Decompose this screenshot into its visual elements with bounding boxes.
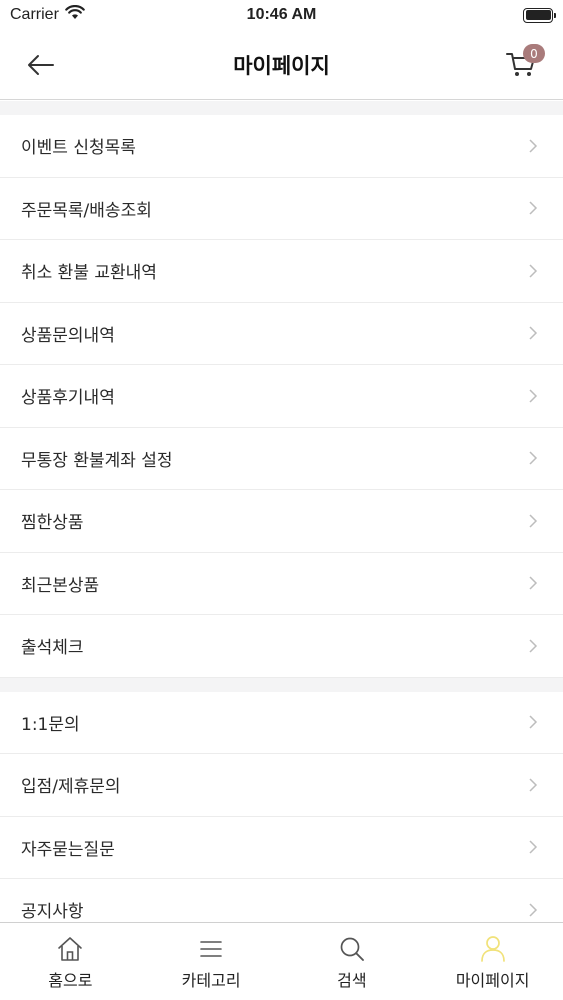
chevron-right-icon	[529, 514, 538, 528]
menu-item-event-applications[interactable]: 이벤트 신청목록	[0, 115, 563, 178]
menu-item-label: 무통장 환불계좌 설정	[21, 450, 173, 471]
menu-item-product-inquiries[interactable]: 상품문의내역	[0, 302, 563, 365]
bottom-tab-bar: 홈으로 카테고리 검색 마이페이지	[0, 922, 563, 1000]
menu-item-label: 상품문의내역	[21, 325, 115, 346]
menu-item-partnership-inquiry[interactable]: 입점/제휴문의	[0, 754, 563, 817]
menu-item-label: 주문목록/배송조회	[21, 200, 152, 221]
menu-item-cancel-refund-exchange[interactable]: 취소 환불 교환내역	[0, 240, 563, 303]
status-bar: Carrier 10:46 AM	[0, 0, 563, 30]
chevron-right-icon	[529, 201, 538, 215]
menu-item-label: 공지사항	[21, 902, 84, 922]
chevron-right-icon	[529, 389, 538, 403]
menu-item-order-list[interactable]: 주문목록/배송조회	[0, 177, 563, 240]
arrow-left-icon	[28, 55, 54, 75]
chevron-right-icon	[529, 903, 538, 917]
menu-item-recently-viewed[interactable]: 최근본상품	[0, 552, 563, 615]
home-icon	[56, 935, 84, 963]
tab-label: 홈으로	[48, 971, 93, 990]
tab-label: 마이페이지	[455, 971, 530, 990]
mypage-screen: Carrier 10:46 AM 마이페이지 0 이벤트 신청목록 주문목록/배…	[0, 0, 563, 1000]
menu-item-label: 출석체크	[21, 638, 84, 659]
menu-item-label: 찜한상품	[21, 513, 84, 534]
menu-item-attendance-check[interactable]: 출석체크	[0, 615, 563, 678]
chevron-right-icon	[529, 264, 538, 278]
battery-icon	[523, 7, 556, 23]
chevron-right-icon	[529, 715, 538, 729]
menu-list: 이벤트 신청목록 주문목록/배송조회 취소 환불 교환내역 상품문의내역 상품후…	[0, 101, 563, 922]
cart-button[interactable]: 0	[505, 44, 545, 82]
wifi-icon	[65, 5, 85, 25]
chevron-right-icon	[529, 326, 538, 340]
menu-item-label: 1:1문의	[21, 714, 80, 735]
section-divider	[0, 101, 563, 115]
menu-item-product-reviews[interactable]: 상품후기내역	[0, 365, 563, 428]
chevron-right-icon	[529, 778, 538, 792]
menu-icon	[197, 935, 225, 963]
carrier-label: Carrier	[10, 6, 59, 23]
search-icon	[338, 935, 366, 963]
header: 마이페이지 0	[0, 30, 563, 100]
menu-item-label: 최근본상품	[21, 575, 100, 596]
tab-mypage[interactable]: 마이페이지	[422, 923, 563, 1000]
chevron-right-icon	[529, 576, 538, 590]
page-title: 마이페이지	[233, 53, 330, 78]
cart-count-badge: 0	[523, 44, 545, 63]
menu-item-label: 상품후기내역	[21, 388, 115, 409]
menu-item-label: 입점/제휴문의	[21, 777, 121, 798]
menu-item-wishlist[interactable]: 찜한상품	[0, 490, 563, 553]
tab-search[interactable]: 검색	[282, 923, 423, 1000]
chevron-right-icon	[529, 451, 538, 465]
chevron-right-icon	[529, 639, 538, 653]
chevron-right-icon	[529, 840, 538, 854]
tab-category[interactable]: 카테고리	[141, 923, 282, 1000]
tab-label: 검색	[337, 971, 367, 990]
status-left: Carrier	[10, 5, 85, 25]
chevron-right-icon	[529, 139, 538, 153]
menu-item-refund-account[interactable]: 무통장 환불계좌 설정	[0, 427, 563, 490]
section-divider	[0, 677, 563, 692]
menu-item-faq[interactable]: 자주묻는질문	[0, 816, 563, 879]
menu-item-notices[interactable]: 공지사항	[0, 879, 563, 922]
back-button[interactable]	[26, 50, 56, 80]
menu-item-label: 이벤트 신청목록	[21, 138, 136, 159]
menu-item-label: 취소 환불 교환내역	[21, 263, 157, 284]
tab-label: 카테고리	[181, 971, 241, 990]
menu-item-label: 자주묻는질문	[21, 839, 115, 860]
user-icon	[479, 935, 507, 963]
tab-home[interactable]: 홈으로	[0, 923, 141, 1000]
menu-item-one-on-one-inquiry[interactable]: 1:1문의	[0, 691, 563, 754]
